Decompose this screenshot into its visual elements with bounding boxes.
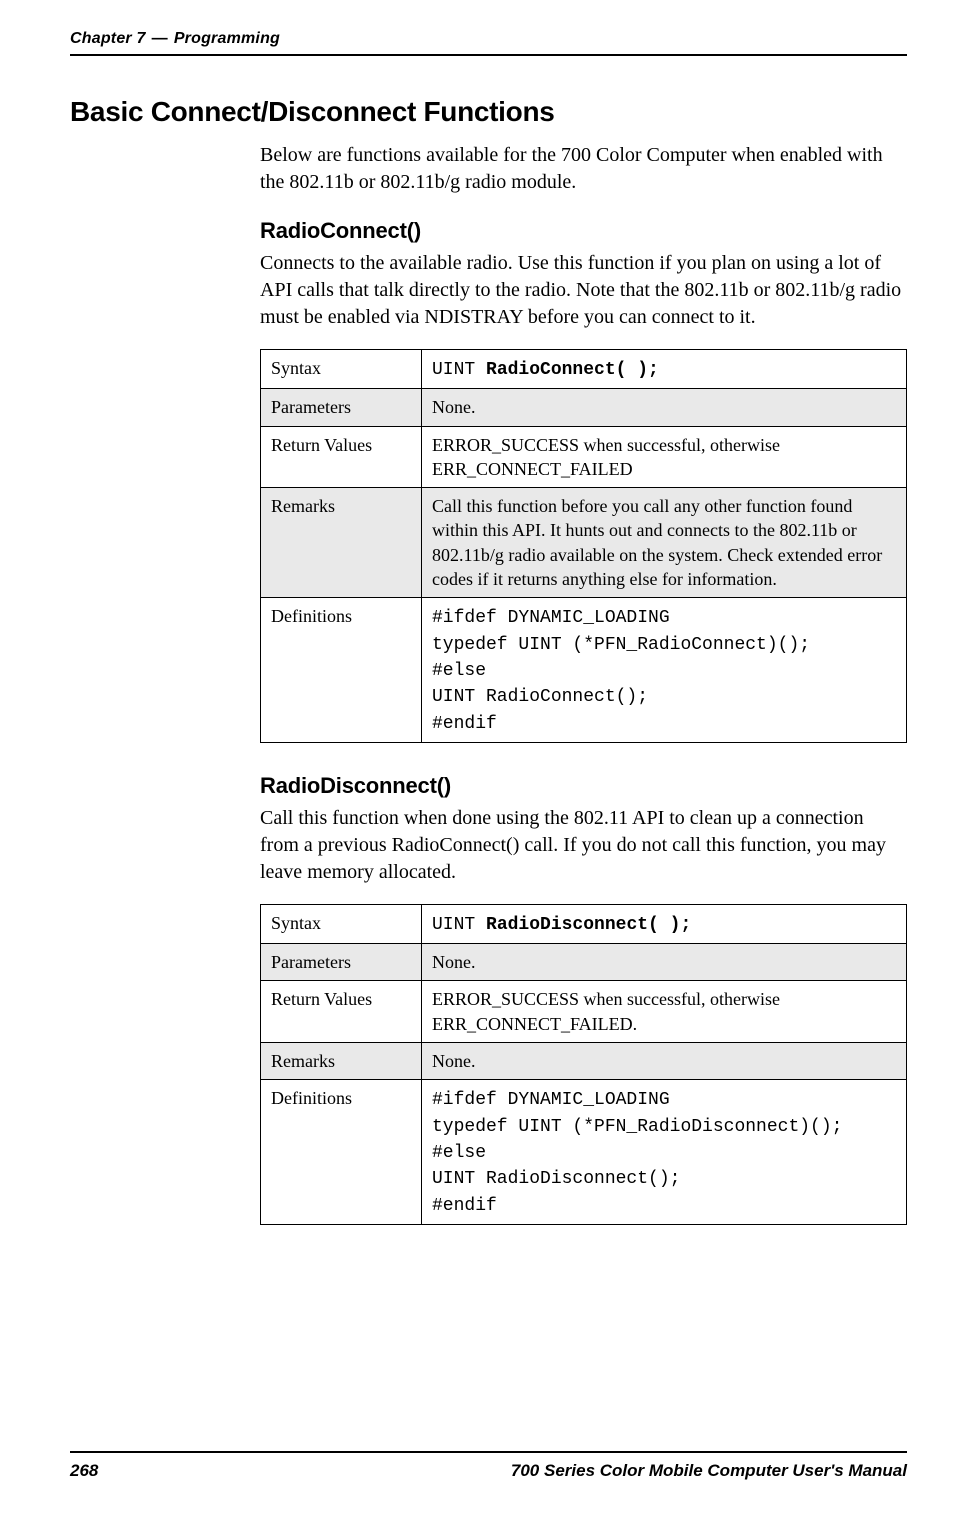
footer-row: 268 700 Series Color Mobile Computer Use… [70, 1461, 907, 1481]
returnvalues-value: ERROR_SUCCESS when successful, otherwise… [422, 426, 907, 488]
syntax-code: RadioConnect( ); [486, 360, 659, 380]
table-row: Remarks None. [261, 1043, 907, 1080]
table-row: Syntax UINT RadioConnect( ); [261, 350, 907, 389]
chapter-label: Chapter 7 [70, 30, 146, 47]
returnvalues-value: ERROR_SUCCESS when successful, otherwise… [422, 981, 907, 1043]
definitions-code: #ifdef DYNAMIC_LOADING typedef UINT (*PF… [432, 1090, 842, 1215]
running-header: Chapter 7 — Programming [70, 30, 907, 48]
definitions-label: Definitions [261, 1080, 422, 1224]
radiodisconnect-desc: Call this function when done using the 8… [260, 805, 907, 886]
returnvalues-label: Return Values [261, 981, 422, 1043]
syntax-value: UINT RadioConnect( ); [422, 350, 907, 389]
remarks-value: Call this function before you call any o… [422, 488, 907, 598]
syntax-code: RadioDisconnect( ); [486, 915, 691, 935]
manual-title: 700 Series Color Mobile Computer User's … [511, 1461, 907, 1481]
radioconnect-title: RadioConnect() [260, 218, 907, 244]
header-rule [70, 54, 907, 56]
remarks-value: None. [422, 1043, 907, 1080]
remarks-label: Remarks [261, 1043, 422, 1080]
header-dash: — [152, 30, 168, 47]
parameters-label: Parameters [261, 944, 422, 981]
remarks-label: Remarks [261, 488, 422, 598]
parameters-value: None. [422, 944, 907, 981]
table-row: Syntax UINT RadioDisconnect( ); [261, 904, 907, 943]
page: Chapter 7 — Programming Basic Connect/Disc… [0, 0, 977, 1519]
definitions-label: Definitions [261, 598, 422, 742]
radioconnect-table: Syntax UINT RadioConnect( ); Parameters … [260, 349, 907, 743]
table-row: Return Values ERROR_SUCCESS when success… [261, 981, 907, 1043]
table-row: Remarks Call this function before you ca… [261, 488, 907, 598]
table-row: Parameters None. [261, 389, 907, 426]
table-row: Return Values ERROR_SUCCESS when success… [261, 426, 907, 488]
returnvalues-label: Return Values [261, 426, 422, 488]
syntax-prefix: UINT [432, 915, 486, 935]
syntax-prefix: UINT [432, 360, 486, 380]
footer-rule [70, 1451, 907, 1453]
syntax-value: UINT RadioDisconnect( ); [422, 904, 907, 943]
parameters-value: None. [422, 389, 907, 426]
definitions-value: #ifdef DYNAMIC_LOADING typedef UINT (*PF… [422, 1080, 907, 1224]
parameters-label: Parameters [261, 389, 422, 426]
table-row: Definitions #ifdef DYNAMIC_LOADING typed… [261, 1080, 907, 1224]
footer: 268 700 Series Color Mobile Computer Use… [70, 1451, 907, 1481]
chapter-topic: Programming [174, 30, 280, 47]
radioconnect-desc: Connects to the available radio. Use thi… [260, 250, 907, 331]
page-number: 268 [70, 1461, 98, 1481]
syntax-label: Syntax [261, 904, 422, 943]
definitions-value: #ifdef DYNAMIC_LOADING typedef UINT (*PF… [422, 598, 907, 742]
section-title: Basic Connect/Disconnect Functions [70, 96, 907, 128]
table-row: Definitions #ifdef DYNAMIC_LOADING typed… [261, 598, 907, 742]
table-row: Parameters None. [261, 944, 907, 981]
definitions-code: #ifdef DYNAMIC_LOADING typedef UINT (*PF… [432, 608, 810, 733]
radiodisconnect-title: RadioDisconnect() [260, 773, 907, 799]
syntax-label: Syntax [261, 350, 422, 389]
section-intro: Below are functions available for the 70… [260, 142, 907, 196]
body-block: Below are functions available for the 70… [260, 142, 907, 1225]
radiodisconnect-table: Syntax UINT RadioDisconnect( ); Paramete… [260, 904, 907, 1225]
